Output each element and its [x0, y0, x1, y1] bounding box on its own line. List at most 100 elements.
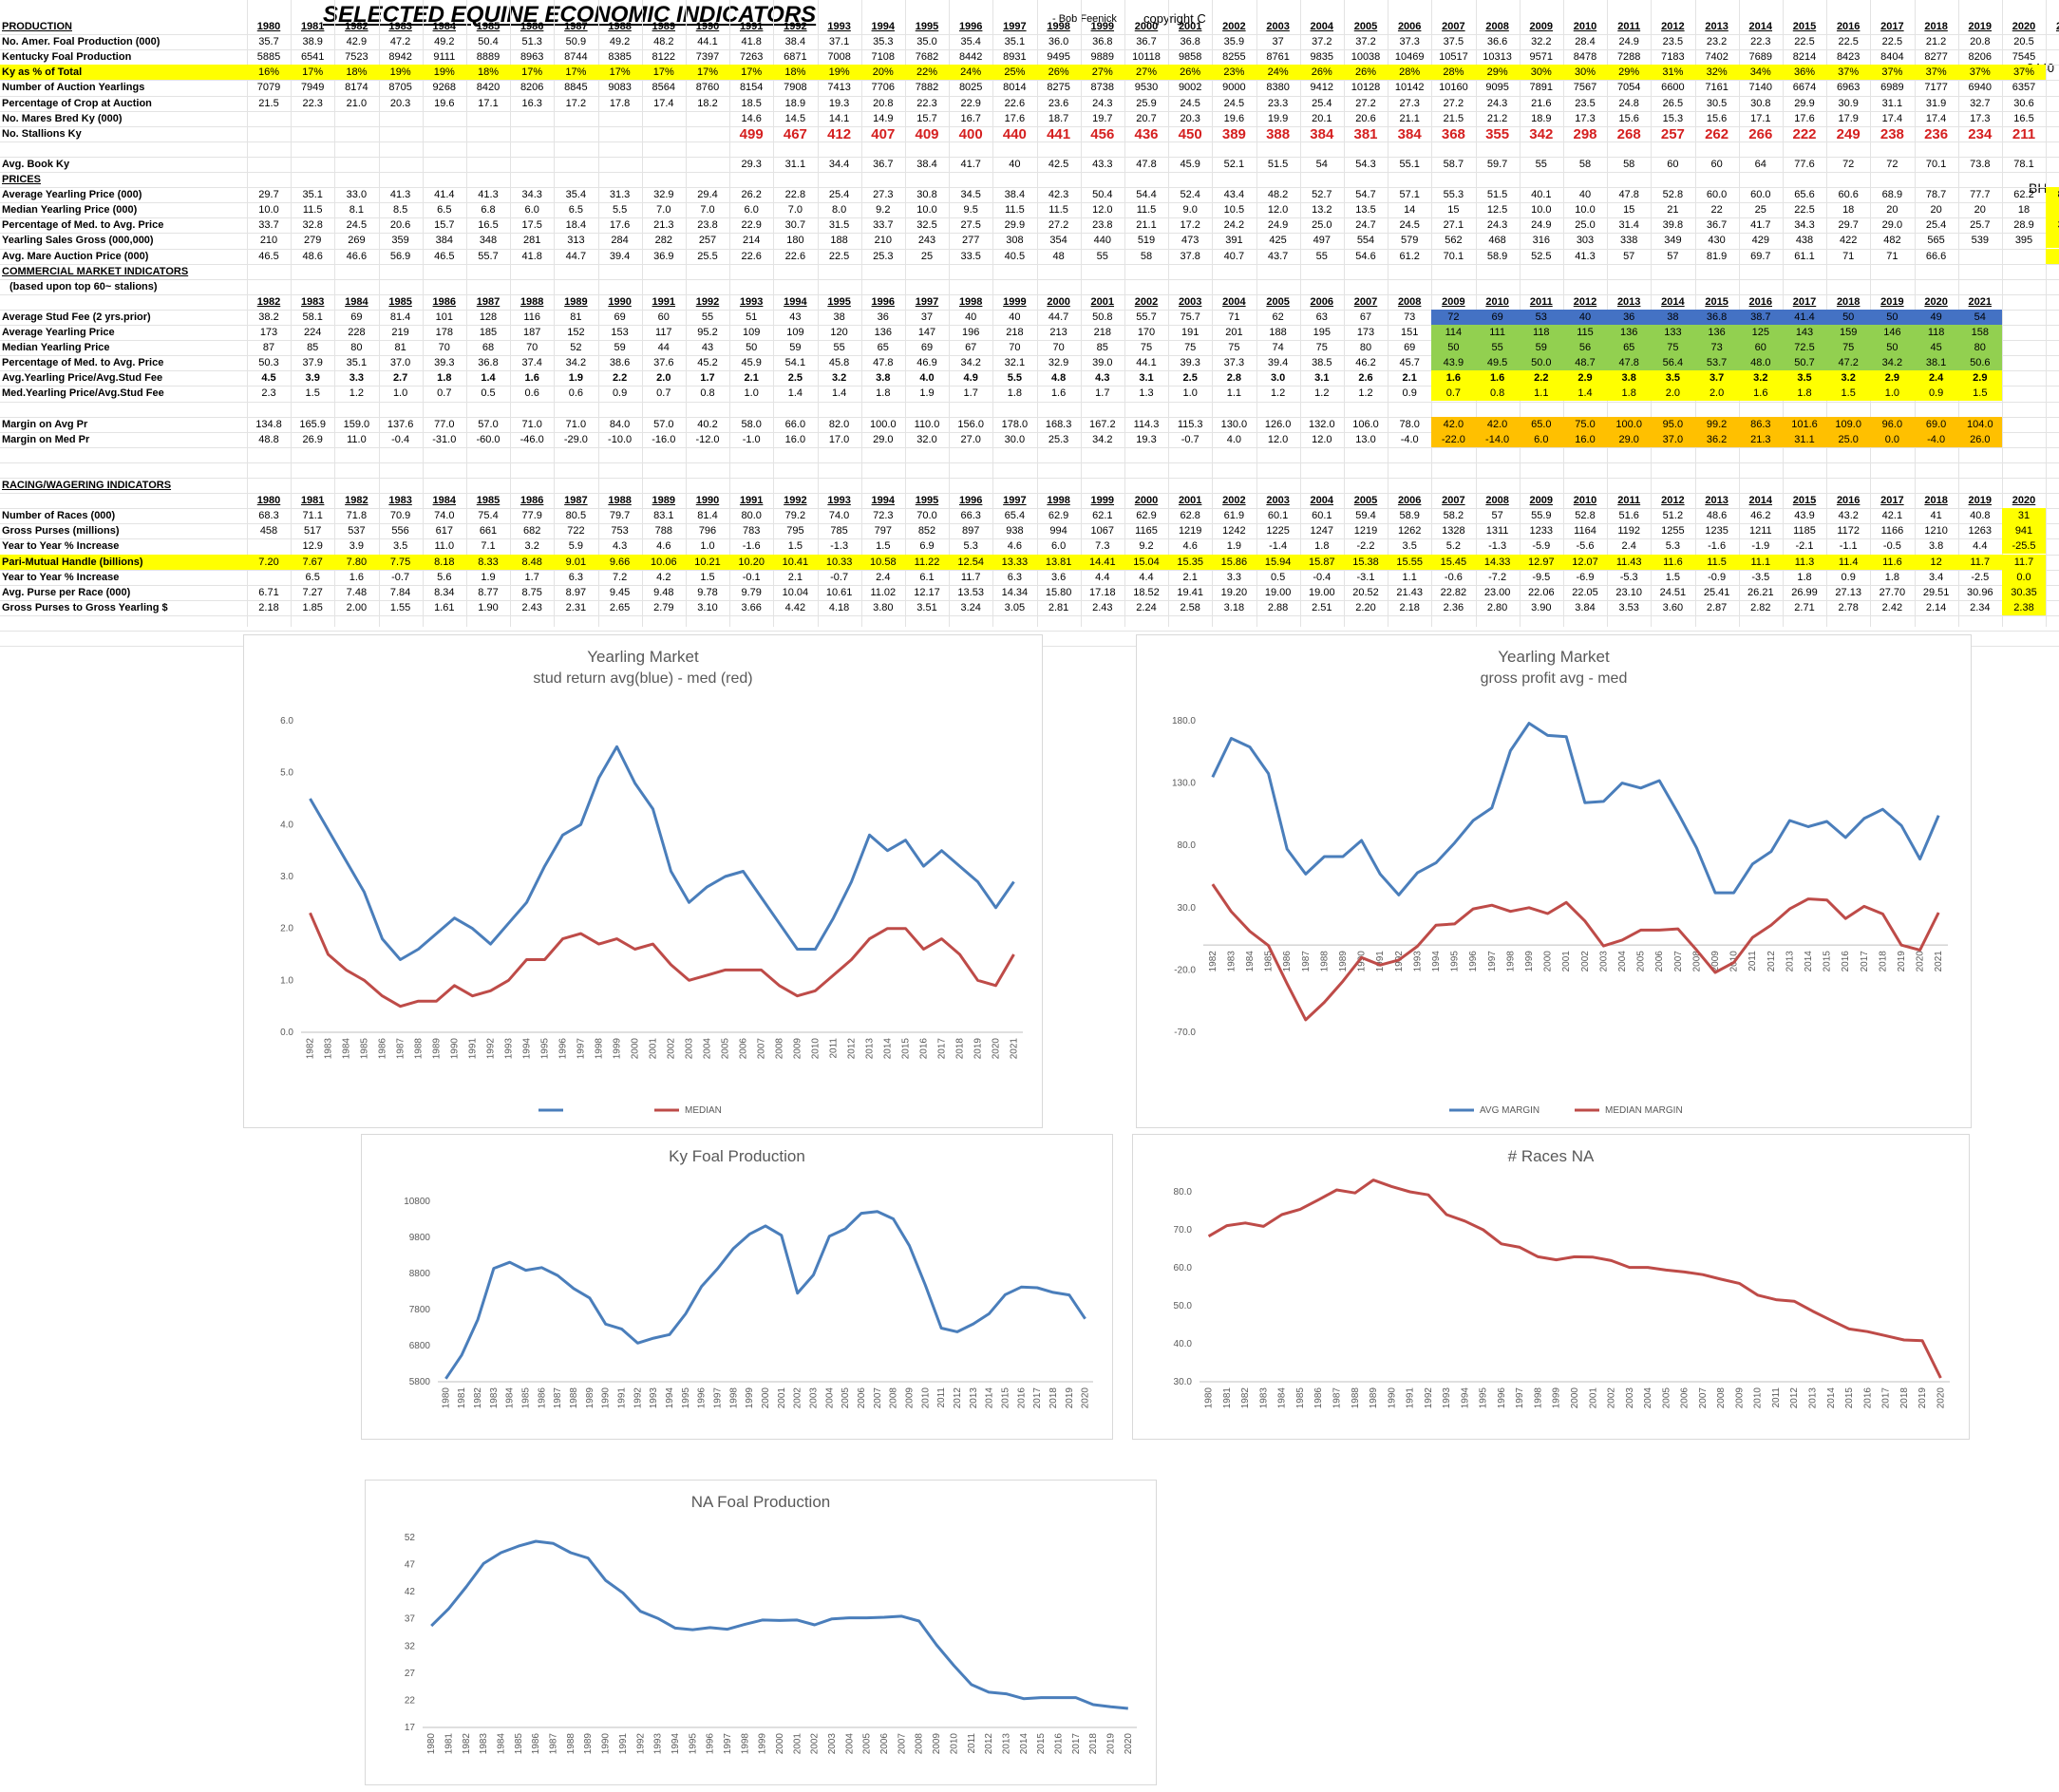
table-cell: 1985: [476, 21, 501, 32]
table-cell: 36.8: [478, 357, 499, 369]
table-row[interactable]: Average Yearling Price 173 224 228 219 178 185…: [0, 325, 2059, 340]
table-cell: -3.5: [1751, 571, 1770, 583]
table-cell: 2020: [1924, 295, 1948, 308]
table-cell: 25.3: [873, 250, 894, 262]
table-cell: 23.5: [1662, 36, 1684, 48]
table-cell: 45.9: [1180, 158, 1200, 170]
table-row[interactable]: PRODUCTION 1980 1981 1982 1983 1984 1985 1986 19…: [0, 19, 2059, 34]
table-row[interactable]: No. Stallions Ky 499 467 412 407 409 400 440 441…: [0, 125, 2059, 142]
table-cell: 2.14: [1925, 601, 1947, 613]
table-cell: 342: [1529, 125, 1554, 142]
table-cell: 48.2: [653, 36, 674, 48]
table-cell: 33.0: [346, 189, 368, 201]
table-row[interactable]: Median Yearling Price 87 85 80 81 70 68 70 52 59 4…: [0, 340, 2059, 355]
table-cell: 539: [1971, 235, 1989, 247]
chart-1[interactable]: Yearling Market gross profit avg - med -70…: [1136, 634, 1972, 1128]
table-row[interactable]: COMMERCIAL MARKET INDICATORS: [0, 264, 2059, 279]
table-row[interactable]: No. Amer. Foal Production (000) 35.7 38.9 4…: [0, 34, 2059, 49]
table-row[interactable]: Percentage of Med. to Avg. Price 50.3 37.9…: [0, 355, 2059, 370]
table-cell: 40: [965, 311, 977, 323]
table-cell: 36.8: [1092, 36, 1113, 48]
table-cell: 17.5: [521, 219, 542, 232]
table-row[interactable]: Number of Auction Yearlings 7079 7949 8174 8…: [0, 80, 2059, 95]
table-cell: 2002: [1134, 295, 1159, 308]
table-cell: 2.38: [2013, 601, 2034, 613]
table-cell: -29.0: [563, 433, 588, 445]
table-cell: 81: [394, 342, 406, 354]
table-cell: 10.5: [1223, 204, 1245, 217]
table-cell: 6.5: [305, 571, 320, 583]
table-cell: 58.7: [1443, 158, 1464, 170]
table-cell: 1.6: [1753, 387, 1768, 400]
table-cell: 75: [1667, 342, 1679, 354]
table-cell: 133: [1664, 327, 1682, 338]
table-row[interactable]: 1980 1981 1982 1983 1984 1985 1986 1987 1988 1989…: [0, 493, 2059, 508]
table-cell: 1.7: [963, 387, 978, 400]
table-row[interactable]: PRICES: [0, 172, 2059, 187]
table-cell: 19%: [828, 66, 850, 79]
x-tick-label: 1993: [1412, 951, 1423, 972]
x-tick-label: 1981: [1222, 1387, 1233, 1409]
chart-3[interactable]: # Races NA 30.0 40.0 50.0 60.0 70.0 80.0 1980 19…: [1132, 1134, 1970, 1440]
table-row[interactable]: Percentage of Crop at Auction 21.5 22.3 21.…: [0, 96, 2059, 111]
x-tick-label: 1987: [549, 1733, 559, 1755]
table-cell: 29.7: [258, 189, 279, 201]
table-row[interactable]: Gross Purses to Gross Yearling $2.18 1.85…: [0, 600, 2059, 615]
table-row[interactable]: No. Mares Bred Ky (000) 14.6 14.5 14.1 14.9 1…: [0, 111, 2059, 126]
table-row[interactable]: Average Stud Fee (2 yrs.prior) 38.2 58.1 69…: [0, 310, 2059, 325]
table-cell: 21.5: [1443, 112, 1464, 124]
table-row[interactable]: Avg. Purse per Race (000) 6.71 7.27 7.48 7.8…: [0, 585, 2059, 600]
row-label: Margin on Med Pr: [2, 433, 90, 445]
table-row[interactable]: RACING/WAGERING INDICATORS: [0, 478, 2059, 493]
table-row[interactable]: Percentage of Med. to Avg. Price 33.7 32.8…: [0, 217, 2059, 233]
table-cell: 65.4: [1004, 510, 1026, 522]
table-row[interactable]: Yearling Sales Gross (000,000) 210 279 269 3…: [0, 233, 2059, 248]
table-cell: 1.6: [1489, 372, 1505, 385]
table-cell: 537: [348, 525, 366, 538]
table-row[interactable]: Year to Year % Increase 12.9 3.9 3.5 11.0 7.1…: [0, 538, 2059, 554]
table-cell: 1981: [300, 495, 325, 507]
table-cell: 10.06: [651, 556, 677, 568]
table-cell: 3.5: [392, 540, 408, 553]
table-row[interactable]: (based upon top 60~ stalions): [0, 279, 2059, 294]
table-row[interactable]: Number of Races (000) 68.3 71.1 71.8 70.9 74.…: [0, 508, 2059, 523]
table-cell: 73: [1710, 342, 1723, 354]
chart-svg: NA Foal Production17222732374247521980 19…: [405, 1493, 1137, 1755]
table-cell: 1.6: [349, 571, 365, 583]
table-row[interactable]: Median Yearling Price (000) 10.0 11.5 8.1 8.…: [0, 202, 2059, 217]
table-row[interactable]: Kentucky Foal Production 5885 6541 7523 8942…: [0, 49, 2059, 65]
x-tick-label: 1984: [342, 1038, 352, 1060]
x-tick-label: 2011: [1771, 1387, 1782, 1408]
table-cell: 238: [1880, 125, 1904, 142]
chart-2[interactable]: Ky Foal Production 5800 6800 7800 8800 9800 10…: [361, 1134, 1113, 1440]
table-row[interactable]: Avg.Yearling Price/Avg.Stud Fee 4.5 3.9 3.3…: [0, 370, 2059, 386]
spreadsheet[interactable]: SELECTED EQUINE ECONOMIC INDICATORS - Bo…: [0, 0, 2059, 648]
table-cell: 1993: [827, 495, 851, 507]
table-cell: -1.0: [742, 433, 761, 445]
table-row[interactable]: Year to Year % Increase 6.5 1.6 -0.7 5.6 1.9 1…: [0, 570, 2059, 585]
table-row[interactable]: 1982 1983 1984 1985 1986 1987 1988 1989 1990 1991…: [0, 294, 2059, 310]
table-cell: 1.2: [1358, 387, 1373, 400]
table-row[interactable]: Avg. Mare Auction Price (000) 46.5 48.6 46.…: [0, 249, 2059, 264]
x-tick-label: 1996: [706, 1733, 716, 1755]
table-cell: 27.2: [1355, 97, 1376, 109]
table-cell: 4.8: [1050, 372, 1067, 385]
table-row[interactable]: Gross Purses (millions) 458 517 537 556 617 66…: [0, 523, 2059, 538]
table-cell: 43.7: [1267, 250, 1289, 262]
table-cell: 45.9: [741, 357, 762, 369]
table-row[interactable]: Average Yearling Price (000) 29.7 35.1 33.0…: [0, 187, 2059, 202]
table-row[interactable]: Ky as % of Total 16% 17% 18% 19% 19% 18% 17% 17%…: [0, 65, 2059, 80]
table-cell: 29.0: [873, 433, 894, 445]
chart-0[interactable]: Yearling Market stud return avg(blue) - m…: [243, 634, 1043, 1128]
table-row[interactable]: Margin on Med Pr 48.8 26.9 11.0 -0.4 -31.0 -60…: [0, 432, 2059, 447]
table-cell: 6.3: [568, 571, 584, 583]
table-row[interactable]: Med.Yearling Price/Avg.Stud Fee 2.3 1.5 1.2…: [0, 386, 2059, 401]
table-row[interactable]: Margin on Avg Pr 134.8 165.9 159.0 137.6 77.0…: [0, 417, 2059, 432]
table-cell: 47.8: [873, 357, 894, 369]
table-cell: 243: [917, 235, 936, 247]
table-row[interactable]: Avg. Book Ky 29.3 31.1 34.4 36.7 38.4 41.7 40 42…: [0, 157, 2059, 172]
table-cell: 8174: [345, 82, 368, 94]
table-row[interactable]: Pari-Mutual Handle (billions) 7.20 7.67 7.8…: [0, 555, 2059, 570]
chart-4[interactable]: NA Foal Production 17 22 27 32 37 42 47 52 1980 19…: [365, 1480, 1157, 1785]
table-cell: 168.3: [1045, 418, 1072, 430]
